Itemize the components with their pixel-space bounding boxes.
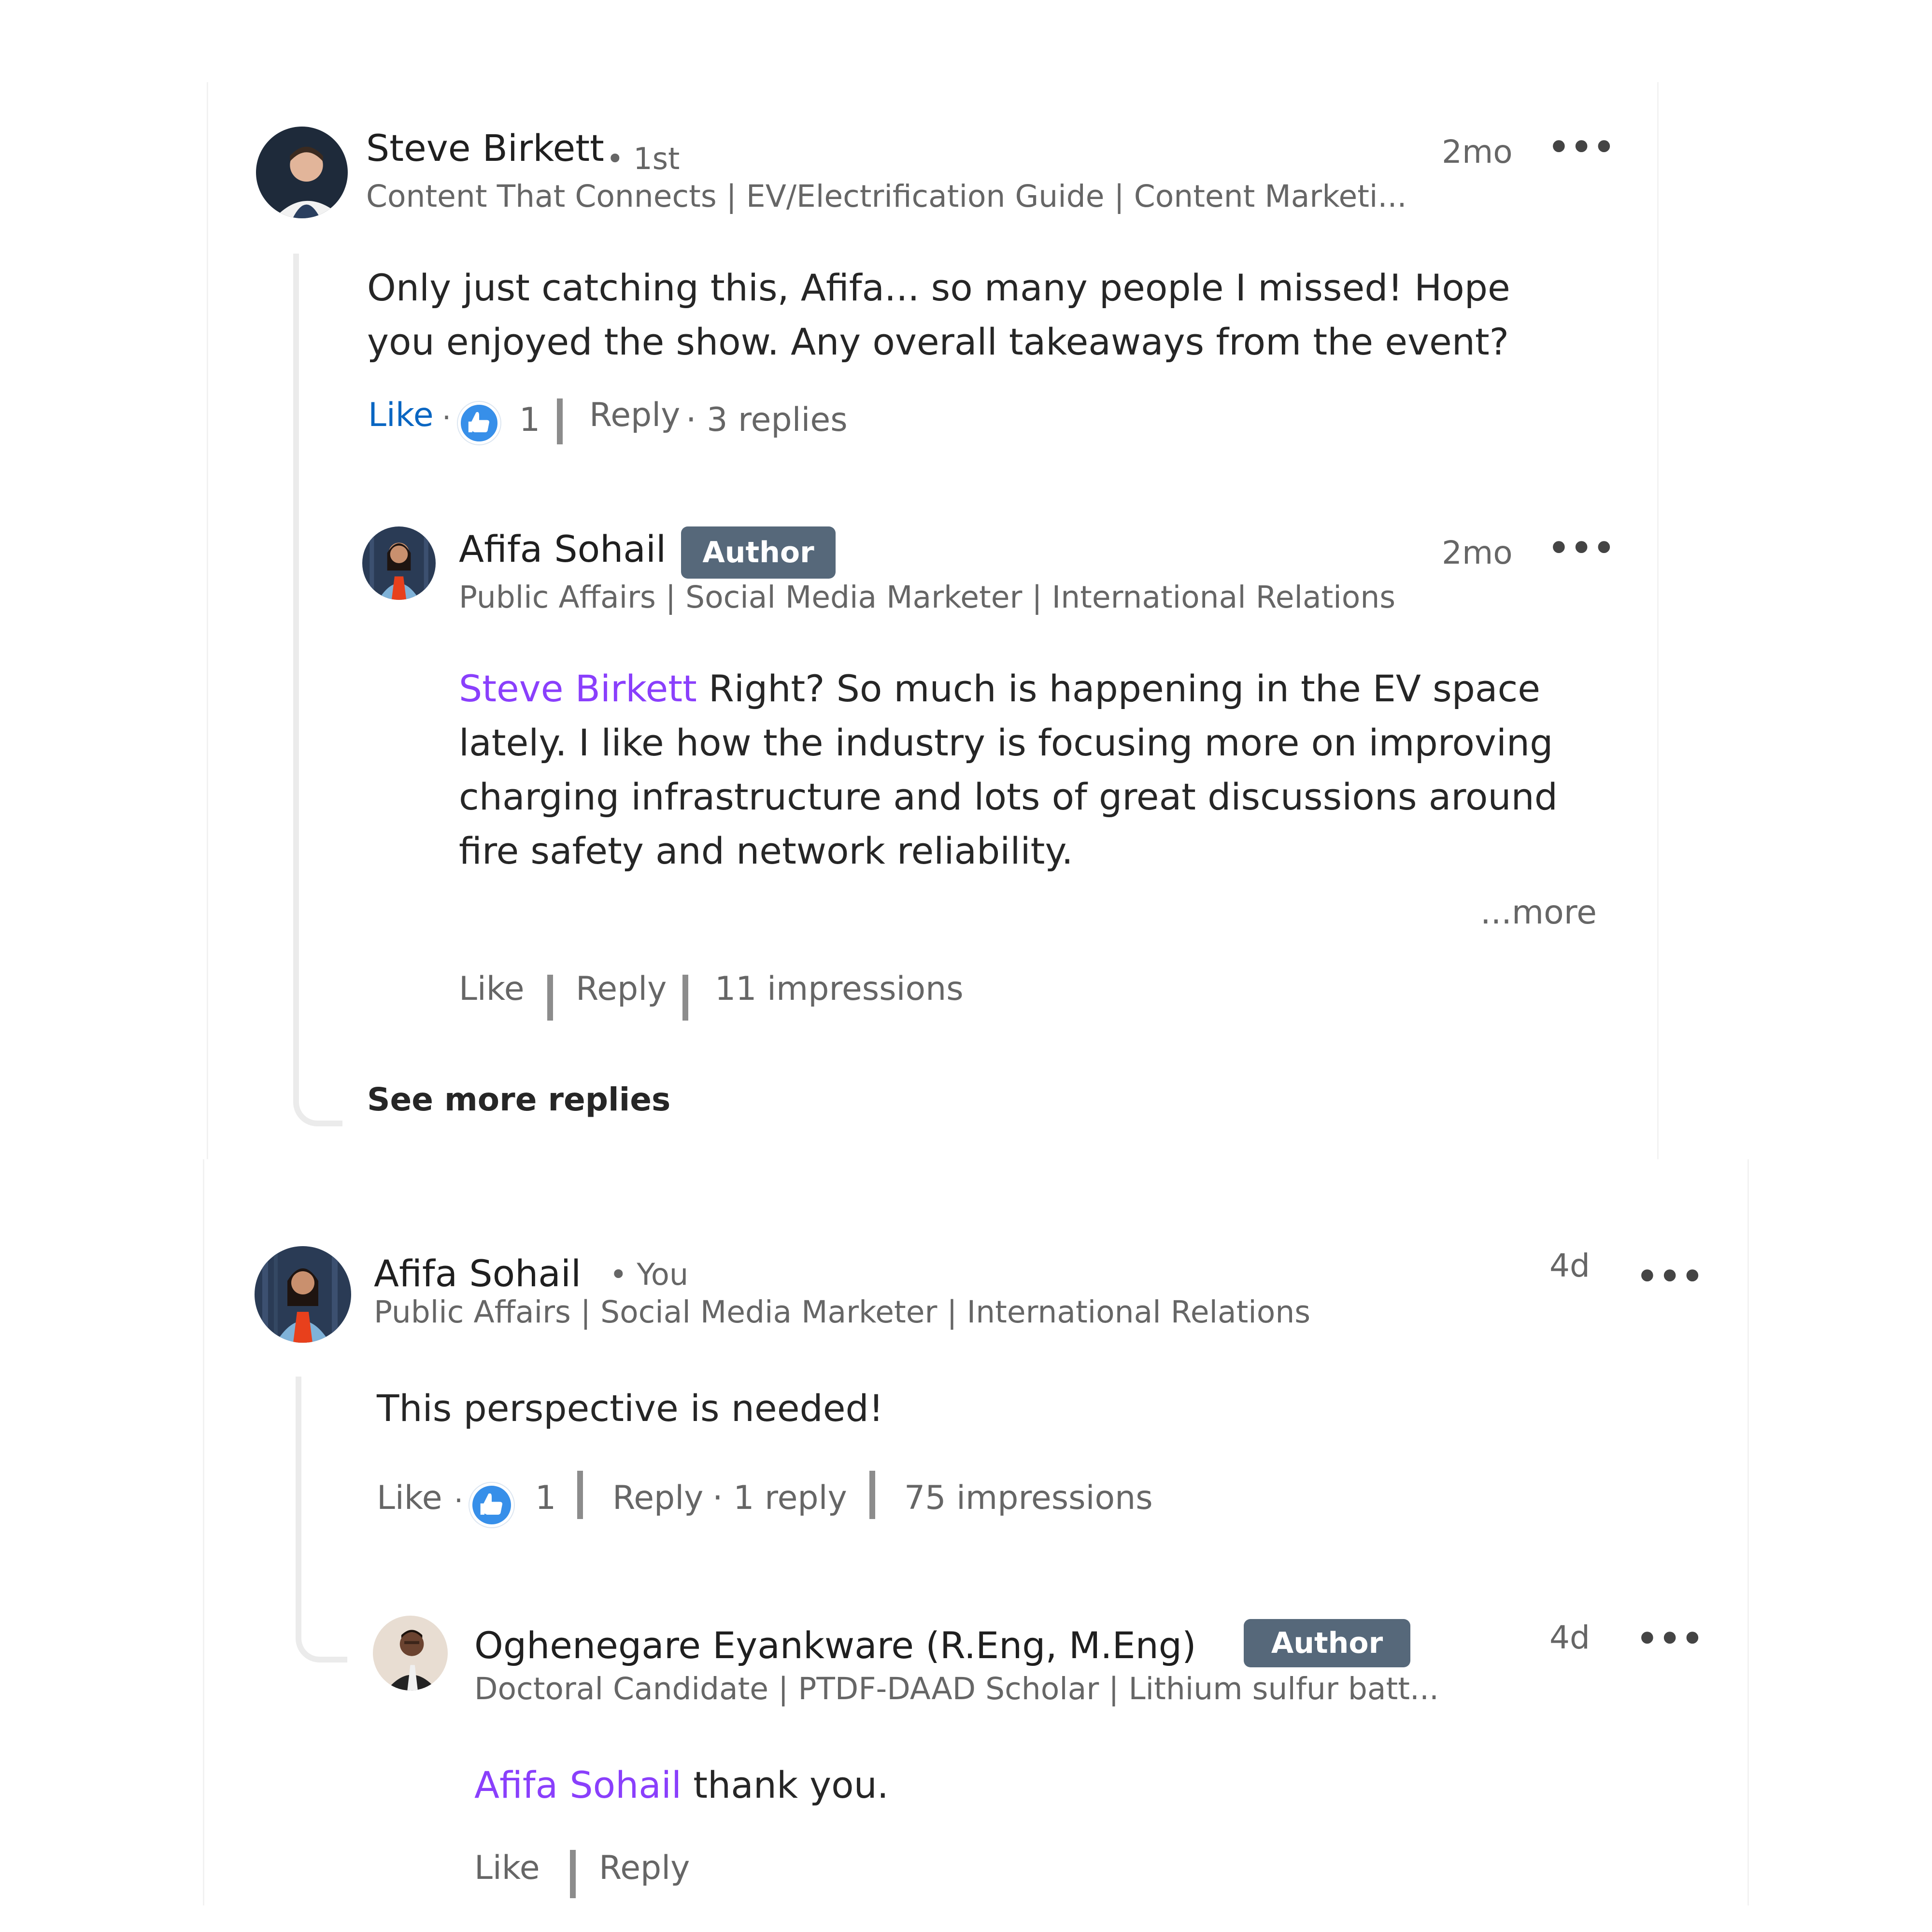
oghenegare-avatar-image [373, 1616, 448, 1690]
reply-more-options-icon[interactable]: ••• [1636, 1622, 1704, 1656]
reply-button[interactable]: Reply [612, 1479, 703, 1517]
connection-degree: • You [610, 1257, 689, 1292]
impressions[interactable]: 75 impressions [904, 1479, 1153, 1517]
like-count[interactable]: 1 [535, 1479, 556, 1517]
reply-like-button[interactable]: Like [474, 1849, 540, 1887]
reply-count[interactable]: · 1 reply [712, 1479, 847, 1517]
action-divider [547, 975, 553, 1021]
reply-reply-button[interactable]: Reply [576, 970, 667, 1008]
avatar-afifa-sohail-you[interactable] [255, 1246, 351, 1343]
action-divider [570, 1850, 576, 1898]
thread-line [293, 254, 299, 1065]
afifa-avatar-image [362, 526, 436, 600]
avatar-steve-birkett[interactable] [256, 127, 348, 218]
thumbs-up-icon[interactable] [458, 402, 500, 444]
avatar-oghenegare-eyankware[interactable] [373, 1616, 448, 1690]
reply-like-button[interactable]: Like [459, 970, 525, 1008]
afifa-avatar-image [255, 1246, 351, 1343]
reply-text: Steve Birkett Right? So much is happenin… [459, 662, 1608, 878]
reply-button[interactable]: Reply [589, 396, 680, 434]
see-more-replies-button[interactable]: See more replies [367, 1081, 670, 1118]
author-badge: Author [1244, 1619, 1410, 1667]
thread-line [296, 1377, 301, 1604]
reply-impressions[interactable]: 11 impressions [715, 970, 964, 1008]
reply-timestamp: 2mo [1442, 534, 1513, 571]
comment-timestamp: 2mo [1442, 133, 1513, 170]
author-headline: Content That Connects | EV/Electrificati… [366, 179, 1407, 214]
mention-link[interactable]: Steve Birkett [459, 667, 697, 710]
comment-text: Only just catching this, Afifa... so man… [367, 266, 1510, 363]
reply-author-name[interactable]: Afifa Sohail [459, 527, 666, 570]
thumbs-up-icon[interactable] [469, 1483, 514, 1527]
like-count[interactable]: 1 [519, 401, 540, 439]
action-divider [869, 1471, 875, 1519]
reply-timestamp: 4d [1549, 1619, 1590, 1656]
steve-avatar-image [256, 127, 348, 218]
reply-reply-button[interactable]: Reply [599, 1849, 690, 1887]
reply-count[interactable]: · 3 replies [686, 401, 848, 439]
mention-link[interactable]: Afifa Sohail [474, 1763, 682, 1806]
reply-author-name[interactable]: Oghenegare Eyankware (R.Eng, M.Eng) [474, 1624, 1196, 1667]
more-options-icon[interactable]: ••• [1636, 1260, 1704, 1293]
separator-dot: · [442, 401, 452, 435]
comment-timestamp: 4d [1549, 1247, 1590, 1284]
action-divider [577, 1471, 583, 1519]
reply-body: thank you. [693, 1763, 889, 1806]
reply-author-headline: Doctoral Candidate | PTDF-DAAD Scholar |… [474, 1671, 1439, 1706]
thread-line-end [296, 1584, 347, 1662]
reply-author-headline: Public Affairs | Social Media Marketer |… [459, 580, 1396, 615]
avatar-afifa-sohail[interactable] [362, 526, 436, 600]
action-divider [557, 398, 563, 444]
thread-line-end [293, 1053, 342, 1126]
reply-more-options-icon[interactable]: ••• [1548, 531, 1616, 565]
separator-dot: · [454, 1484, 464, 1518]
author-headline: Public Affairs | Social Media Marketer |… [374, 1294, 1311, 1330]
like-button[interactable]: Like [377, 1479, 442, 1517]
comment-author-name[interactable]: Steve Birkett [366, 127, 604, 170]
action-divider [682, 975, 688, 1021]
reply-text: Afifa Sohail thank you. [474, 1758, 1585, 1812]
connection-degree: • 1st [606, 141, 680, 176]
see-more-link[interactable]: ...more [1480, 894, 1597, 932]
author-badge: Author [681, 526, 836, 579]
like-button[interactable]: Like [368, 396, 434, 434]
comment-author-name[interactable]: Afifa Sohail [374, 1252, 581, 1295]
comment-text: This perspective is needed! [377, 1387, 884, 1430]
more-options-icon[interactable]: ••• [1548, 130, 1616, 164]
